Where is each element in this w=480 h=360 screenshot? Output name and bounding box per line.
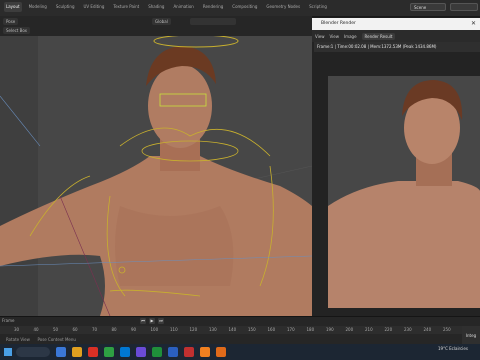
menu-view[interactable]: View — [315, 34, 325, 39]
character-scene — [0, 36, 312, 316]
tab-layout[interactable]: Layout — [4, 2, 22, 12]
timeline-ruler[interactable]: 30 40 50 60 70 80 90 100 110 120 130 140 150 160 170 18… — [0, 326, 480, 334]
taskbar-app-icon[interactable] — [88, 347, 98, 357]
timeline-tick: 140 — [228, 327, 237, 332]
head-control-ring — [153, 36, 239, 48]
os-taskbar: 19°C Eclaircies — [0, 344, 480, 360]
3d-viewport[interactable] — [0, 36, 312, 316]
render-window-title: Blender Render — [321, 21, 356, 26]
tab-geometry-nodes[interactable]: Geometry Nodes — [264, 2, 302, 12]
rendered-character — [328, 76, 480, 308]
menu-view-2[interactable]: View — [330, 34, 340, 39]
scene-selector[interactable]: Scene — [410, 3, 446, 11]
timeline-tick: 250 — [443, 327, 451, 332]
taskbar-search[interactable] — [16, 347, 50, 357]
tab-uv-editing[interactable]: UV Editing — [82, 2, 107, 12]
timeline-tick: 240 — [423, 327, 432, 332]
orientation-selector[interactable]: Global — [152, 18, 171, 25]
taskbar-app-icon[interactable] — [104, 347, 114, 357]
timeline-tick: 150 — [248, 327, 256, 332]
render-result-image — [328, 76, 480, 308]
taskbar-app-icon[interactable] — [152, 347, 162, 357]
timeline: Frame ⏮ ▶ ⏭ 30 40 50 60 70 80 90 100 110 120 130 14… — [0, 316, 480, 345]
timeline-tick: 130 — [209, 327, 217, 332]
taskbar-app-icon[interactable] — [168, 347, 178, 357]
menu-image[interactable]: Image — [344, 34, 357, 39]
scene-label: Scene — [414, 5, 427, 10]
timeline-tick: 50 — [53, 327, 59, 332]
jump-start-icon[interactable]: ⏮ — [140, 318, 146, 324]
taskbar-app-icon[interactable] — [216, 347, 226, 357]
play-icon[interactable]: ▶ — [149, 318, 155, 324]
taskbar-app-icon[interactable] — [56, 347, 66, 357]
timeline-tick: 110 — [170, 327, 178, 332]
taskbar-app-icon[interactable] — [200, 347, 210, 357]
close-icon[interactable]: ✕ — [471, 20, 476, 27]
render-info-bar: Frame:1 | Time:00:02.08 | Mem:1372.53M (… — [314, 42, 480, 52]
timeline-tick: 220 — [384, 327, 393, 332]
jump-end-icon[interactable]: ⏭ — [158, 318, 164, 324]
tab-texture-paint[interactable]: Texture Paint — [111, 2, 141, 12]
status-hint: Rotate View Pose Context Menu — [6, 337, 76, 342]
timeline-tick: 180 — [306, 327, 315, 332]
tab-animation[interactable]: Animation — [171, 2, 195, 12]
tab-rendering[interactable]: Rendering — [201, 2, 225, 12]
tab-shading[interactable]: Shading — [146, 2, 166, 12]
taskbar-app-icon[interactable] — [184, 347, 194, 357]
timeline-tick: 120 — [189, 327, 198, 332]
timeline-tick: 80 — [111, 327, 117, 332]
weather-label: 19°C Eclaircies — [438, 346, 468, 351]
timeline-tick: 190 — [326, 327, 334, 332]
render-window: Blender Render ✕ View View Image Render … — [312, 18, 480, 318]
tab-compositing[interactable]: Compositing — [230, 2, 259, 12]
timeline-tick: 40 — [33, 327, 39, 332]
mode-selector[interactable]: Pose — [3, 18, 19, 25]
taskbar-app-icon[interactable] — [120, 347, 130, 357]
timeline-tick: 230 — [404, 327, 412, 332]
timeline-tick: 70 — [92, 327, 98, 332]
workspace-topbar: Layout Modeling Sculpting UV Editing Texture… — [0, 0, 480, 17]
viewport-header: Pose Select Box Global — [0, 16, 312, 37]
timeline-tick: 30 — [14, 327, 20, 332]
render-window-titlebar: Blender Render ✕ — [312, 18, 480, 30]
workspace-tabs: Layout Modeling Sculpting UV Editing Texture… — [4, 2, 329, 12]
timeline-tick: 210 — [365, 327, 373, 332]
taskbar-app-icon[interactable] — [72, 347, 82, 357]
playback-controls: ⏮ ▶ ⏭ — [140, 318, 164, 324]
tab-scripting[interactable]: Scripting — [307, 2, 329, 12]
select-box-tool[interactable]: Select Box — [3, 27, 31, 34]
scene-area: Scene — [410, 3, 478, 11]
timeline-frame-label: Frame — [2, 318, 15, 323]
timeline-tick: 90 — [131, 327, 137, 332]
tab-sculpting[interactable]: Sculpting — [54, 2, 77, 12]
timeline-tick: 100 — [150, 327, 159, 332]
timeline-tick: 170 — [287, 327, 295, 332]
taskbar-apps — [56, 347, 226, 357]
timeline-tick: 160 — [267, 327, 276, 332]
render-window-menu: View View Image Render Result — [312, 30, 480, 42]
timeline-tick: 60 — [72, 327, 78, 332]
taskbar-app-icon[interactable] — [136, 347, 146, 357]
render-result-selector[interactable]: Render Result — [361, 32, 396, 40]
snap-tools[interactable] — [190, 18, 236, 25]
view-layer-selector[interactable] — [450, 3, 478, 11]
frame-field[interactable]: Integ — [462, 326, 480, 345]
start-icon[interactable] — [4, 348, 12, 356]
tab-modeling[interactable]: Modeling — [27, 2, 49, 12]
timeline-tick: 200 — [345, 327, 354, 332]
